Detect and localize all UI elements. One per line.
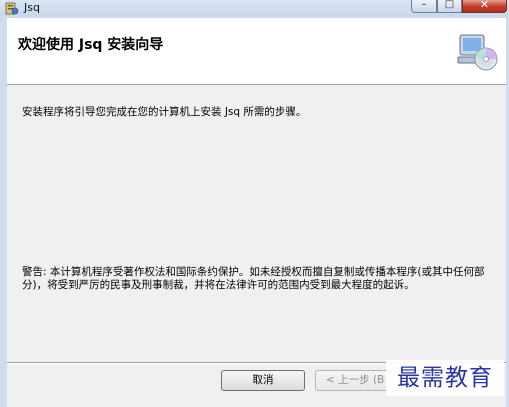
wizard-content: 欢迎使用 Jsq 安装向导 安装程序将引导您完成在您的计算机上安装 Jsq 所需… [7,18,506,407]
title-bar[interactable]: Jsq – □ ✕ [0,0,509,16]
page-title: 欢迎使用 Jsq 安装向导 [18,37,164,53]
close-icon: ✕ [479,0,490,11]
setup-disc-icon [457,34,498,71]
minimize-icon: – [421,0,427,10]
maximize-button[interactable]: □ [437,0,462,13]
close-button[interactable]: ✕ [462,0,507,13]
intro-text: 安装程序将引导您完成在您的计算机上安装 Jsq 所需的步骤。 [22,106,307,118]
installer-app-icon [5,2,19,15]
copyright-warning-text: 警告: 本计算机程序受著作权法和国际条约保护。如未经授权而擅自复制或传播本程序(… [22,266,485,291]
installer-window: Jsq – □ ✕ 欢迎使用 Jsq 安装向导 安装程序将引导您完成在您的计算机… [0,0,509,407]
wizard-header: 欢迎使用 Jsq 安装向导 [7,18,506,85]
watermark-logo: 最需教育 [386,360,504,396]
window-title: Jsq [24,1,40,14]
cancel-button[interactable]: 取消 [221,370,305,391]
maximize-icon: □ [444,0,455,10]
minimize-button[interactable]: – [411,0,437,13]
